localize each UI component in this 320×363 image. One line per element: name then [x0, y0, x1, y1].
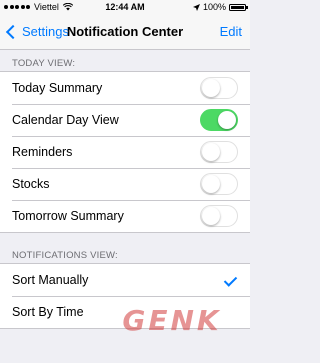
today-view-header: TODAY VIEW:	[12, 58, 76, 69]
notifications-view-header: NOTIFICATIONS VIEW:	[12, 250, 118, 261]
row-label: Reminders	[12, 145, 73, 159]
toggle-knob	[201, 206, 220, 225]
status-bar: Viettel 12:44 AM 100%	[0, 0, 250, 14]
row-label: Tomorrow Summary	[12, 209, 124, 223]
checkmark-icon	[223, 273, 238, 287]
toggle-knob	[217, 110, 236, 129]
battery-fill	[231, 5, 244, 9]
battery-percent: 100%	[202, 2, 226, 12]
row-label: Sort By Time	[12, 305, 84, 319]
tomorrow-summary-row: Tomorrow Summary	[0, 200, 250, 232]
today-view-group: Today Summary Calendar Day View Reminder…	[0, 71, 250, 233]
today-summary-row: Today Summary	[0, 72, 250, 104]
chevron-left-icon	[5, 24, 21, 39]
row-label: Stocks	[12, 177, 50, 191]
notifications-view-group: Sort Manually Sort By Time	[0, 263, 250, 329]
reminders-row: Reminders	[0, 136, 250, 168]
row-label: Today Summary	[12, 81, 103, 95]
sort-by-time-row[interactable]: Sort By Time	[0, 296, 250, 328]
tomorrow-summary-toggle[interactable]	[200, 205, 238, 227]
reminders-toggle[interactable]	[200, 141, 238, 163]
toggle-knob	[201, 174, 220, 193]
location-icon	[192, 3, 200, 11]
status-right: 100%	[192, 0, 248, 14]
edit-button[interactable]: Edit	[220, 14, 242, 49]
toggle-knob	[201, 142, 220, 161]
stocks-toggle[interactable]	[200, 173, 238, 195]
battery-icon	[229, 3, 248, 11]
today-summary-toggle[interactable]	[200, 77, 238, 99]
calendar-day-view-row: Calendar Day View	[0, 104, 250, 136]
row-label: Sort Manually	[12, 273, 89, 287]
back-button-label: Settings	[22, 24, 69, 39]
navigation-bar: Settings Notification Center Edit	[0, 14, 250, 50]
sort-manually-row[interactable]: Sort Manually	[0, 264, 250, 296]
row-label: Calendar Day View	[12, 113, 119, 127]
stocks-row: Stocks	[0, 168, 250, 200]
toggle-knob	[201, 78, 220, 97]
calendar-day-view-toggle[interactable]	[200, 109, 238, 131]
back-button[interactable]: Settings	[5, 14, 69, 49]
